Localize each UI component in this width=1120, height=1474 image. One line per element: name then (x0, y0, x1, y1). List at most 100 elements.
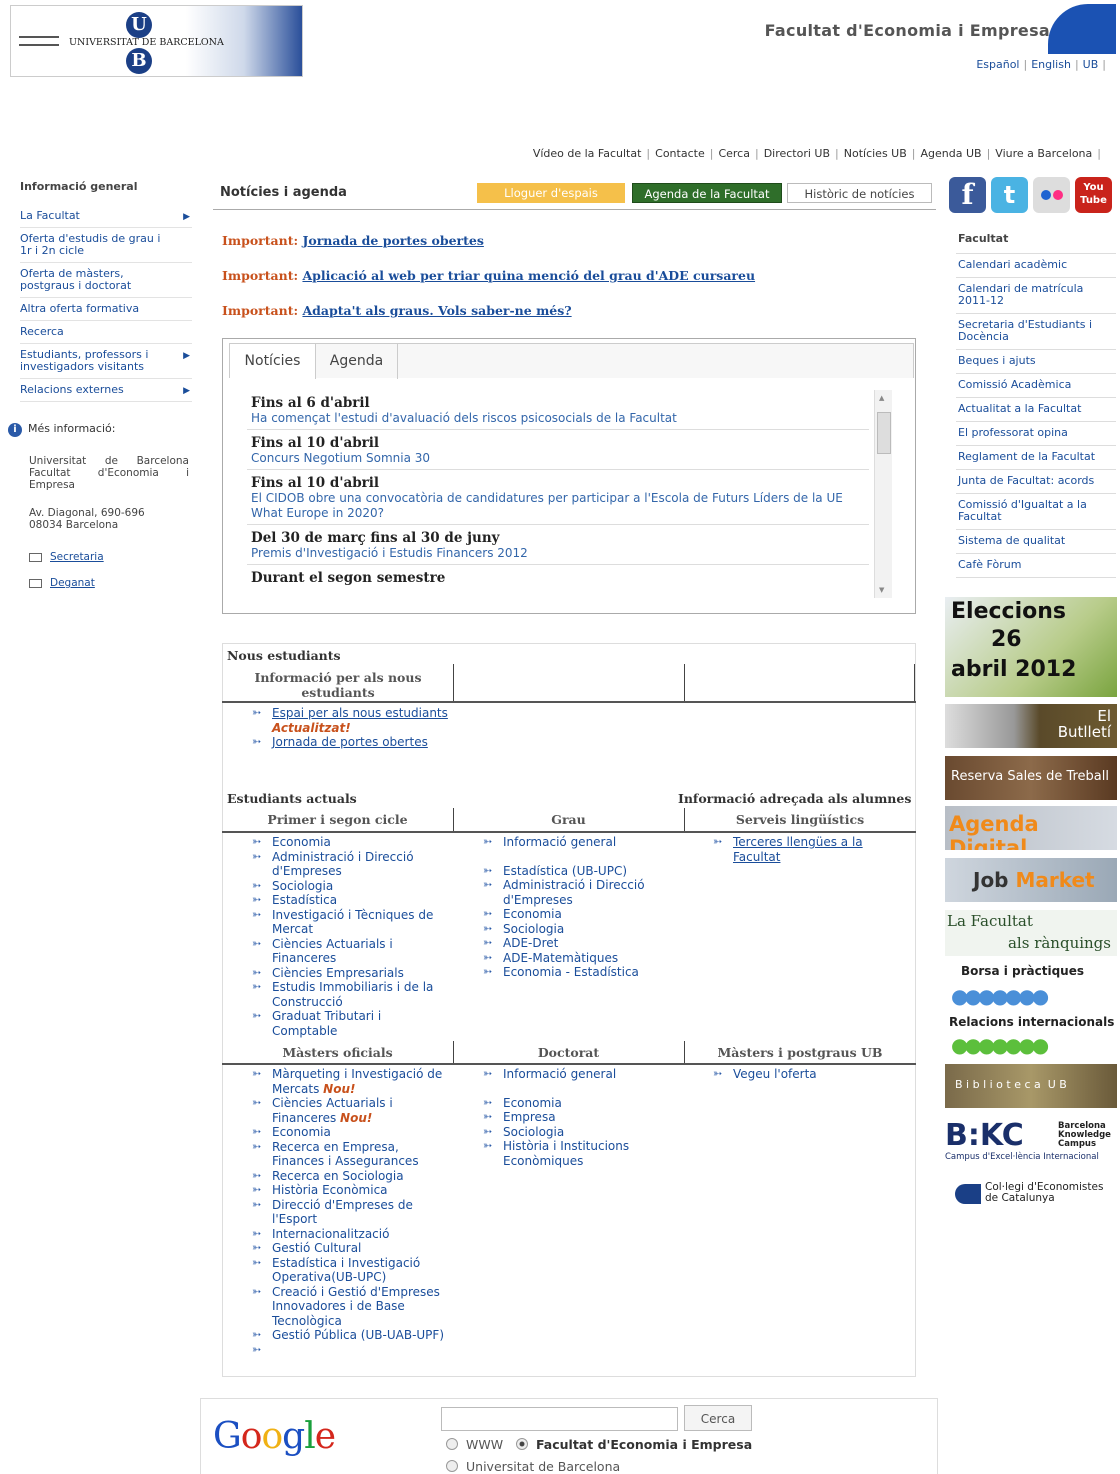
list-item[interactable]: ➳ Espai per als nous estudiants Actualitza… (252, 706, 452, 735)
list-item-link[interactable]: Internacionalització (272, 1227, 389, 1241)
list-item[interactable]: ➳ Història Econòmica (252, 1183, 450, 1198)
radio-www[interactable]: WWW (446, 1437, 503, 1452)
list-item-link[interactable]: Màrqueting i Investigació de Mercats (272, 1067, 442, 1096)
bkc-banner[interactable]: B:KC Barcelona Knowledge Campus Campus d… (945, 1118, 1117, 1164)
sidebar-item[interactable]: Relacions externes ▶ (20, 379, 192, 402)
radio-ub[interactable]: Universitat de Barcelona (446, 1459, 620, 1474)
list-item-link[interactable]: Empresa (503, 1110, 556, 1124)
espai-nous-link[interactable]: Espai per als nous estudiants (272, 706, 448, 720)
ub-logo[interactable]: UNIVERSITAT DE BARCELONA U B (10, 5, 303, 77)
list-item-link[interactable]: Estadística i Investigació Operativa(UB-… (272, 1256, 420, 1285)
list-item-link[interactable]: Administració i Direcció d'Empreses (503, 878, 645, 907)
agenda-facultat-button[interactable]: Agenda de la Facultat (632, 183, 782, 203)
flickr-icon[interactable] (1033, 177, 1070, 213)
scroll-down-icon[interactable]: ▼ (879, 586, 884, 594)
lang-en[interactable]: English (1031, 58, 1071, 71)
youtube-icon[interactable]: You Tube (1075, 177, 1112, 213)
list-item[interactable]: ➳ Economia - Estadística (483, 965, 679, 980)
secretaria-link[interactable]: Secretaria (50, 551, 104, 563)
list-item[interactable]: ➳ Economia (252, 835, 448, 850)
relacions-banner[interactable]: Relacions internacionals ●●●●●●● (945, 1013, 1117, 1057)
radio-facultat[interactable]: Facultat d'Economia i Empresa (516, 1437, 752, 1452)
list-item-link[interactable]: Ciències Actuarials i Financeres (272, 1096, 393, 1125)
topnav-cerca[interactable]: Cerca (718, 147, 750, 160)
reserva-banner[interactable]: Reserva Sales de Treball (945, 756, 1117, 800)
news-item[interactable]: Del 30 de març fins al 30 de juny Premis … (247, 525, 869, 565)
list-item-link[interactable]: ADE-Matemàtiques (503, 951, 618, 965)
list-item-link[interactable]: Gestió Cultural (272, 1241, 361, 1255)
sidebar-item[interactable]: Estudiants, professors i investigadors v… (20, 344, 192, 379)
list-item-link[interactable]: Ciències Empresarials (272, 966, 404, 980)
list-item-link[interactable]: Estadística (272, 893, 337, 907)
sidebar-item[interactable]: Oferta de màsters, postgraus i doctorat (20, 263, 192, 298)
list-item[interactable]: ➳ Direcció d'Empreses de l'Esport (252, 1198, 450, 1227)
topnav-directori[interactable]: Directori UB (764, 147, 830, 160)
list-item-link[interactable]: ADE-Dret (503, 936, 558, 950)
list-item-link[interactable]: Investigació i Tècniques de Mercat (272, 908, 433, 937)
sidebar-item[interactable]: Recerca (20, 321, 192, 344)
list-item[interactable]: ➳ Gestió Pública (UB-UAB-UPF) (252, 1328, 450, 1343)
tab-noticies[interactable]: Notícies (230, 344, 316, 379)
col-legi-banner[interactable]: Col·legi d'Economistes de Catalunya (945, 1180, 1117, 1210)
list-item-link[interactable]: Economia (503, 1096, 562, 1110)
scroll-up-icon[interactable]: ▲ (879, 394, 884, 402)
list-item[interactable]: ➳ Ciències Empresarials (252, 966, 448, 981)
list-item[interactable]: ➳ Sociologia (483, 1125, 679, 1140)
right-sidebar-item[interactable]: Actualitat a la Facultat (956, 398, 1116, 422)
list-item[interactable]: ➳ Estadística (UB-UPC) (483, 864, 679, 879)
ranquings-banner[interactable]: La Facultat als rànquings (945, 910, 1117, 956)
list-item[interactable]: ➳ ADE-Dret (483, 936, 679, 951)
topnav-viure[interactable]: Viure a Barcelona (995, 147, 1092, 160)
lang-ub[interactable]: UB (1083, 58, 1099, 71)
list-item-link[interactable]: Vegeu l'oferta (733, 1067, 817, 1081)
right-sidebar-item[interactable]: El professorat opina (956, 422, 1116, 446)
list-item-link[interactable]: Economia (272, 835, 331, 849)
right-sidebar-item[interactable]: Cafè Fòrum (956, 554, 1116, 578)
list-item-link[interactable]: Sociologia (272, 879, 333, 893)
news-item-text[interactable]: Premis d'Investigació i Estudis Financer… (251, 546, 865, 561)
sidebar-item[interactable]: Oferta d'estudis de grau i 1r i 2n cicle (20, 228, 192, 263)
facebook-icon[interactable]: f (949, 177, 986, 213)
list-item-link[interactable]: Ciències Actuarials i Financeres (272, 937, 393, 966)
list-item-link[interactable]: Economia - Estadística (503, 965, 639, 979)
list-item[interactable]: ➳ Jornada de portes obertes (252, 735, 452, 750)
list-item-link[interactable]: Recerca en Sociologia (272, 1169, 404, 1183)
list-item-link[interactable]: Graduat Tributari i Comptable (272, 1009, 381, 1038)
list-item-link[interactable]: Administració i Direcció d'Empreses (272, 850, 414, 879)
historic-noticies-button[interactable]: Històric de notícies (787, 183, 932, 203)
right-sidebar-item[interactable]: Calendari de matrícula 2011-12 (956, 278, 1116, 314)
list-item-link[interactable]: Creació i Gestió d'Empreses Innovadores … (272, 1285, 440, 1328)
list-item[interactable]: ➳ Informació general (483, 835, 679, 850)
tab-agenda[interactable]: Agenda (316, 344, 398, 379)
lang-es[interactable]: Español (976, 58, 1019, 71)
topnav-agenda[interactable]: Agenda UB (921, 147, 982, 160)
right-sidebar-item[interactable]: Secretaria d'Estudiants i Docència (956, 314, 1116, 350)
list-item[interactable]: ➳ Economia (483, 907, 679, 922)
borsa-banner[interactable]: Borsa i pràctiques ●●●●●●● (945, 962, 1117, 1006)
search-input[interactable] (441, 1407, 678, 1431)
list-item-link[interactable]: Direcció d'Empreses de l'Esport (272, 1198, 413, 1227)
list-item[interactable]: ➳ Ciències Actuarials i Financeres (252, 937, 448, 966)
list-item[interactable]: ➳ Empresa (483, 1110, 679, 1125)
list-item[interactable]: ➳ Ciències Actuarials i Financeres Nou! (252, 1096, 450, 1125)
list-item[interactable]: ➳ Estadística (252, 893, 448, 908)
list-item[interactable]: ➳ Investigació i Tècniques de Mercat (252, 908, 448, 937)
deganat-link[interactable]: Deganat (50, 577, 95, 589)
list-item[interactable]: ➳ Vegeu l'oferta (713, 1067, 883, 1082)
list-item-link[interactable]: Informació general (503, 1067, 616, 1081)
list-item-link[interactable]: Història i Institucions Econòmiques (503, 1139, 629, 1168)
list-item-link[interactable]: Informació general (503, 835, 616, 849)
biblioteca-banner[interactable]: B i b l i o t e c a U B (945, 1064, 1117, 1108)
list-item[interactable]: ➳ Recerca en Sociologia (252, 1169, 450, 1184)
scroll-thumb[interactable] (877, 412, 891, 454)
portes-obertes-link[interactable]: Jornada de portes obertes (272, 735, 428, 749)
topnav-noticies[interactable]: Notícies UB (844, 147, 907, 160)
list-item-link[interactable]: Terceres llengües a la Facultat (733, 835, 863, 864)
topnav-contacte[interactable]: Contacte (655, 147, 705, 160)
sidebar-item[interactable]: La Facultat ▶ (20, 205, 192, 228)
job-market-banner[interactable]: Job Market (945, 858, 1117, 902)
list-item[interactable]: ➳ (252, 1343, 450, 1358)
list-item[interactable]: ➳ Informació general (483, 1067, 679, 1082)
important-link-3[interactable]: Adapta't als graus. Vols saber-ne més? (302, 303, 571, 318)
important-link-2[interactable]: Aplicació al web per triar quina menció … (302, 268, 755, 283)
